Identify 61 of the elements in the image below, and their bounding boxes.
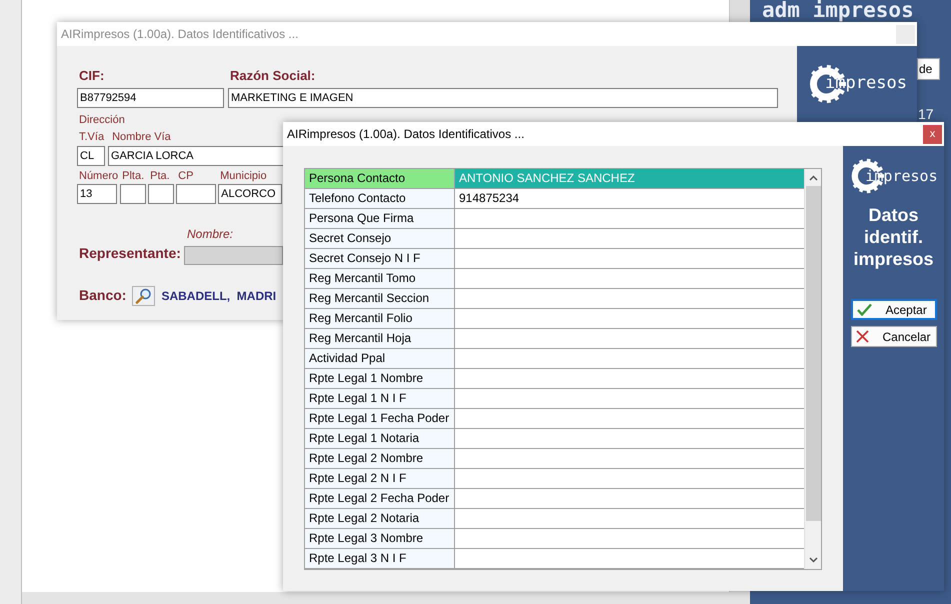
property-label[interactable]: Rpte Legal 1 N I F — [305, 389, 455, 409]
panel-heading: Datos identif. impresos — [852, 204, 935, 270]
bank-name: SABADELL, MADRI — [161, 288, 276, 304]
section-label: Dirección — [78, 113, 125, 126]
input-field[interactable] — [176, 184, 216, 204]
chevron-down-icon[interactable] — [808, 557, 818, 563]
field-label: Pta. — [149, 169, 170, 182]
close-button[interactable]: x — [923, 124, 942, 144]
input-field[interactable] — [148, 184, 174, 204]
field-label: CP — [177, 169, 194, 182]
input-field[interactable] — [120, 184, 146, 204]
property-label[interactable]: Secret Consejo — [305, 229, 455, 249]
window-title: AIRimpresos (1.00a). Datos Identificativos ... — [61, 26, 298, 43]
property-label[interactable]: Secret Consejo N I F — [305, 249, 455, 269]
field-label: Razón Social: — [229, 67, 316, 84]
property-label[interactable]: Rpte Legal 3 N I F — [305, 549, 455, 569]
window-title: AIRimpresos (1.00a). Datos Identificativos ... — [287, 126, 524, 143]
property-label[interactable]: Reg Mercantil Tomo — [305, 269, 455, 289]
field-label: T.Vía — [79, 130, 104, 143]
close-icon — [856, 330, 868, 343]
field-label: Representante: — [78, 244, 182, 263]
field-label: Municipio — [219, 169, 267, 182]
input-field[interactable]: B87792594 — [77, 88, 224, 108]
checkmark-icon — [856, 303, 872, 316]
property-label[interactable]: Reg Mercantil Hoja — [305, 329, 455, 349]
property-label[interactable]: Reg Mercantil Seccion — [305, 289, 455, 309]
input-field[interactable]: ALCORCO — [218, 184, 282, 204]
input-field[interactable]: CL — [77, 146, 105, 166]
search-icon — [135, 288, 152, 304]
property-label[interactable]: Rpte Legal 1 Fecha Poder — [305, 409, 455, 429]
property-label[interactable]: Actividad Ppal — [305, 349, 455, 369]
property-label[interactable]: Rpte Legal 2 Notaria — [305, 509, 455, 529]
field-label: CIF: — [78, 67, 106, 84]
field-label: Plta. — [121, 169, 144, 182]
field-label: Banco: — [78, 286, 126, 305]
property-label[interactable]: Persona Contacto — [305, 169, 455, 189]
accept-button[interactable]: Aceptar — [850, 299, 936, 320]
input-field[interactable]: 13 — [77, 184, 117, 204]
property-label[interactable]: Reg Mercantil Folio — [305, 309, 455, 329]
property-label[interactable]: Rpte Legal 1 Notaria — [305, 429, 455, 449]
input-field[interactable]: de — [917, 58, 940, 80]
property-label[interactable]: Rpte Legal 1 Nombre — [305, 369, 455, 389]
scrollbar[interactable] — [804, 169, 821, 569]
property-label[interactable]: Rpte Legal 2 Fecha Poder — [305, 489, 455, 509]
count-text: 17 — [918, 105, 934, 124]
search-button[interactable] — [132, 286, 156, 306]
field-caption: Nombre: — [186, 226, 234, 243]
property-label[interactable]: Rpte Legal 2 Nombre — [305, 449, 455, 469]
chevron-up-icon[interactable] — [808, 175, 818, 181]
app-heading: adm impresos — [762, 0, 915, 21]
property-label[interactable]: Rpte Legal 3 Nombre — [305, 529, 455, 549]
scroll-thumb[interactable] — [806, 186, 821, 521]
field-label: Número — [78, 169, 118, 182]
property-value[interactable]: 914875234 — [455, 189, 804, 209]
property-label[interactable]: Persona Que Firma — [305, 209, 455, 229]
cancel-button[interactable]: Cancelar — [850, 326, 936, 347]
property-label[interactable]: Rpte Legal 2 N I F — [305, 469, 455, 489]
input-field[interactable]: MARKETING E IMAGEN — [228, 88, 778, 108]
field-label: Nombre Vía — [112, 130, 171, 143]
property-label[interactable]: Telefono Contacto — [305, 189, 455, 209]
input-field[interactable]: GARCIA LORCA — [108, 146, 284, 166]
